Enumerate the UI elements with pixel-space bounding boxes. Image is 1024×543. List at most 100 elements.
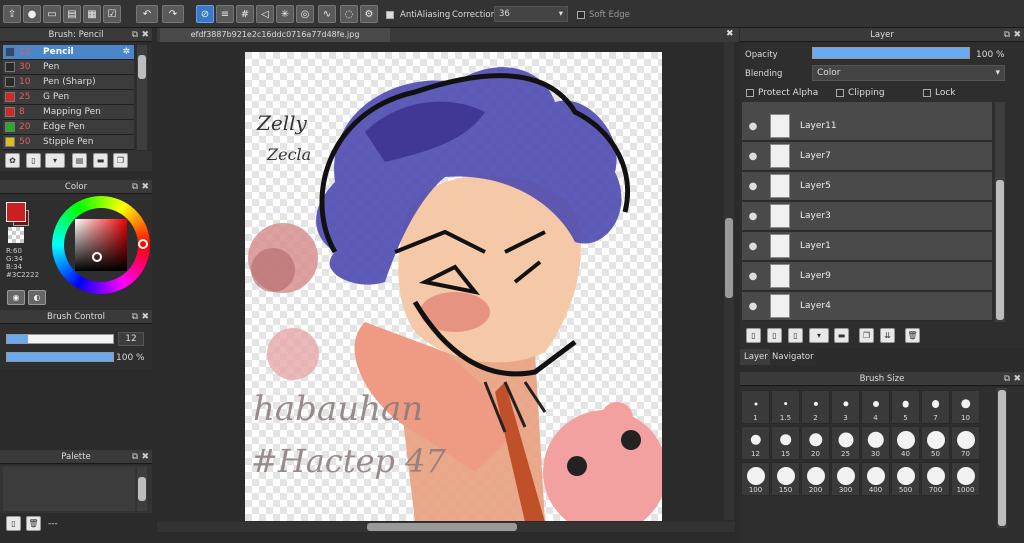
trash-icon[interactable]: 🗑	[26, 516, 41, 531]
brush-size-cell[interactable]: 20	[801, 426, 830, 460]
brush-size-cell[interactable]: 50	[921, 426, 950, 460]
new-layer-icon[interactable]: ▯	[746, 328, 761, 343]
export-icon[interactable]: ⇪	[3, 5, 21, 23]
brush-size-cell[interactable]: 400	[861, 462, 890, 496]
layer-row[interactable]: ● Layer7	[742, 142, 992, 171]
duplicate-icon[interactable]: ❐	[113, 153, 128, 168]
hue-picker-handle[interactable]	[138, 239, 148, 249]
brush-size-cell[interactable]: 2	[801, 390, 830, 424]
layer-row[interactable]: ● Layer1	[742, 232, 992, 261]
popout-icon[interactable]: ⧉	[1004, 28, 1010, 42]
grid-snap-icon[interactable]: #	[236, 5, 254, 23]
eye-icon[interactable]: ●	[742, 271, 764, 282]
brush-item[interactable]: 8 Mapping Pen	[3, 105, 134, 120]
brush-size-cell[interactable]: 7	[921, 390, 950, 424]
brush-size-cell[interactable]: 700	[921, 462, 950, 496]
soft-edge-checkbox[interactable]	[577, 10, 589, 20]
no-snap-icon[interactable]: ⊘	[196, 5, 214, 23]
transparent-color-swatch[interactable]	[8, 227, 24, 243]
brush-size-cell[interactable]: 25	[831, 426, 860, 460]
popout-icon[interactable]: ⧉	[132, 28, 138, 42]
brush-size-cell[interactable]: 12	[741, 426, 770, 460]
layer-row[interactable]: ● Layer11	[742, 112, 992, 141]
canvas-vertical-scrollbar[interactable]	[724, 42, 734, 520]
scroll-thumb[interactable]	[138, 55, 146, 79]
palette-new-icon[interactable]: ▯	[6, 516, 21, 531]
canvas-horizontal-scrollbar[interactable]	[157, 522, 735, 532]
popout-icon[interactable]: ⧉	[132, 180, 138, 194]
new-layer-2-icon[interactable]: ▯	[767, 328, 782, 343]
brush-size-cell[interactable]: 5	[891, 390, 920, 424]
layer-opacity-slider[interactable]	[812, 47, 970, 59]
close-icon[interactable]: ✖	[141, 180, 149, 194]
popout-icon[interactable]: ⧉	[132, 310, 138, 324]
brush-copy-icon[interactable]: ▤	[72, 153, 87, 168]
parallel-snap-icon[interactable]: ≡	[216, 5, 234, 23]
sv-picker-handle[interactable]	[92, 252, 102, 262]
document-icon[interactable]: ▤	[63, 5, 81, 23]
saturation-value-square[interactable]	[75, 219, 127, 271]
brush-list-scrollbar[interactable]	[137, 45, 147, 150]
brush-size-cell[interactable]: 500	[891, 462, 920, 496]
document-tab[interactable]: efdf3887b921e2c16ddc0716a77d48fe.jpg	[160, 28, 390, 42]
gear-icon[interactable]: ✲	[122, 47, 130, 57]
antialiasing-checkbox[interactable]	[386, 10, 398, 20]
brush-size-cell[interactable]: 70	[951, 426, 980, 460]
layer-list-scrollbar[interactable]	[995, 102, 1005, 322]
brush-size-cell[interactable]: 1000	[951, 462, 980, 496]
brush-item[interactable]: 20 Edge Pen	[3, 120, 134, 135]
ellipse-snap-icon[interactable]: ◌	[340, 5, 358, 23]
new-layer-3-icon[interactable]: ▯	[788, 328, 803, 343]
blending-select[interactable]: Color ▾	[812, 65, 1005, 81]
brush-size-cell[interactable]: 15	[771, 426, 800, 460]
protect-alpha-checkbox[interactable]: Protect Alpha	[746, 88, 818, 98]
color-mode-icon[interactable]: ◐	[28, 290, 46, 305]
scroll-thumb[interactable]	[996, 180, 1004, 320]
color-picker-icon[interactable]: ◉	[7, 290, 25, 305]
brush-item[interactable]: 12 Pencil ✲	[3, 45, 134, 60]
close-icon[interactable]: ✖	[726, 29, 734, 39]
popout-icon[interactable]: ⧉	[132, 450, 138, 464]
brush-size-slider[interactable]	[6, 334, 114, 344]
brush-add-icon[interactable]: ✿	[5, 153, 20, 168]
eye-icon[interactable]: ●	[742, 121, 764, 132]
redo-icon[interactable]: ↷	[162, 5, 184, 23]
brush-size-cell[interactable]: 1	[741, 390, 770, 424]
folder-icon[interactable]: ▬	[93, 153, 108, 168]
folder-icon[interactable]: ▬	[834, 328, 849, 343]
brush-size-cell[interactable]: 3	[831, 390, 860, 424]
eye-icon[interactable]: ●	[742, 241, 764, 252]
comment-icon[interactable]: ▭	[43, 5, 61, 23]
brush-menu-icon[interactable]: ▾	[45, 153, 65, 168]
brush-size-cell[interactable]: 1.5	[771, 390, 800, 424]
radial-snap-icon[interactable]: ✳	[276, 5, 294, 23]
brush-size-cell[interactable]: 4	[861, 390, 890, 424]
close-icon[interactable]: ✖	[1013, 28, 1021, 42]
layer-row[interactable]: ● Layer5	[742, 172, 992, 201]
close-icon[interactable]: ✖	[141, 28, 149, 42]
snap-settings-icon[interactable]: ⚙	[360, 5, 378, 23]
lock-checkbox[interactable]: Lock	[923, 88, 956, 98]
brush-size-cell[interactable]: 150	[771, 462, 800, 496]
scroll-thumb[interactable]	[367, 523, 517, 531]
layer-row[interactable]: ● Layer3	[742, 202, 992, 231]
perspective-snap-icon[interactable]: ◁	[256, 5, 274, 23]
chat-icon[interactable]: ●	[23, 5, 41, 23]
brush-new-icon[interactable]: ▯	[26, 153, 41, 168]
artwork-canvas[interactable]: Zelly Zecla habauhan #Hactep 47	[245, 52, 662, 521]
correction-select[interactable]: 36 ▾	[494, 6, 568, 22]
clipping-checkbox[interactable]: Clipping	[836, 88, 885, 98]
undo-icon[interactable]: ↶	[136, 5, 158, 23]
close-icon[interactable]: ✖	[1013, 372, 1021, 386]
trash-icon[interactable]: 🗑	[905, 328, 920, 343]
palette-swatch-area[interactable]	[3, 467, 135, 511]
brush-size-cell[interactable]: 30	[861, 426, 890, 460]
brush-size-scrollbar[interactable]	[997, 388, 1007, 528]
brush-size-cell[interactable]: 200	[801, 462, 830, 496]
scroll-thumb[interactable]	[138, 477, 146, 501]
close-icon[interactable]: ✖	[141, 450, 149, 464]
checklist-icon[interactable]: ☑	[103, 5, 121, 23]
scroll-thumb[interactable]	[998, 390, 1006, 526]
brush-item[interactable]: 25 G Pen	[3, 90, 134, 105]
eye-icon[interactable]: ●	[742, 151, 764, 162]
